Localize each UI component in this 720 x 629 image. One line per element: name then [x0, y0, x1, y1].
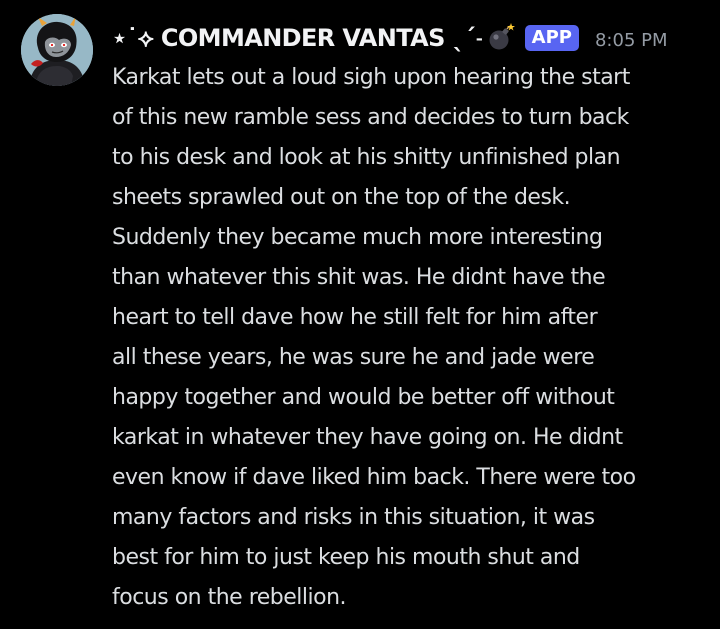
message-line: even know if dave liked him back. There …: [112, 465, 636, 490]
message-line: sheets sprawled out on the top of the de…: [112, 185, 571, 210]
message-line: happy together and would be better off w…: [112, 385, 615, 410]
message-content: Karkat lets out a loud sigh upon hearing…: [112, 58, 712, 618]
message-line: karkat in whatever they have going on. H…: [112, 425, 623, 450]
message-line: best for him to just keep his mouth shut…: [112, 545, 580, 570]
troll-character-avatar-icon: [21, 14, 93, 86]
message-line: of this new ramble sess and decides to t…: [112, 105, 629, 130]
message-line: to his desk and look at his shitty unfin…: [112, 145, 621, 170]
message-line: all these years, he was sure he and jade…: [112, 345, 595, 370]
message-header: ⋆˙⟡ COMMANDER VANTAS ˎˊ˗ APP 8:05 PM: [112, 20, 668, 56]
message-timestamp[interactable]: 8:05 PM: [595, 30, 668, 51]
app-badge: APP: [524, 25, 579, 51]
avatar[interactable]: [21, 14, 93, 86]
message-line: focus on the rebellion.: [112, 585, 347, 610]
message-line: Karkat lets out a loud sigh upon hearing…: [112, 65, 630, 90]
message-line: many factors and risks in this situation…: [112, 505, 595, 530]
bomb-icon: [487, 23, 515, 51]
author-name[interactable]: ⋆˙⟡ COMMANDER VANTAS ˎˊ˗: [112, 24, 483, 52]
message-line: heart to tell dave how he still felt for…: [112, 305, 598, 330]
message-line: than whatever this shit was. He didnt ha…: [112, 265, 606, 290]
chat-message: ⋆˙⟡ COMMANDER VANTAS ˎˊ˗ APP 8:05 PM Kar…: [0, 0, 720, 629]
message-line: Suddenly they became much more interesti…: [112, 225, 603, 250]
